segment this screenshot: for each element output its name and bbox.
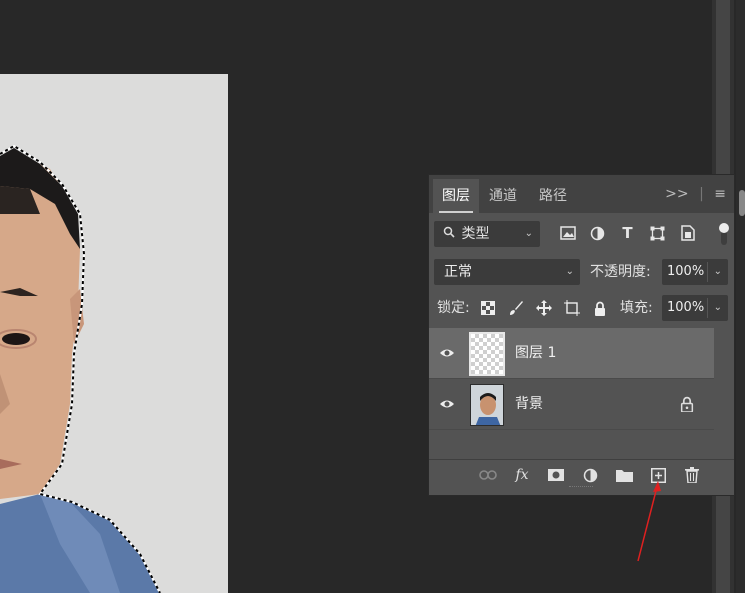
opacity-value: 100% (667, 264, 705, 279)
panel-menu-icon[interactable]: ≡ (714, 186, 726, 202)
chevron-down-icon[interactable]: ⌄ (714, 295, 722, 321)
panel-resize-grip[interactable] (569, 486, 593, 489)
adjustment-layer-icon[interactable] (580, 466, 600, 484)
lock-artboard-icon[interactable] (562, 298, 581, 318)
image-filter-icon[interactable] (558, 223, 577, 243)
photo-subject (0, 74, 228, 593)
add-mask-icon[interactable] (546, 466, 566, 484)
smart-object-filter-icon[interactable] (678, 223, 697, 243)
blend-mode-select[interactable]: 正常 ⌄ (434, 259, 580, 285)
filter-toggle-switch[interactable] (719, 223, 729, 245)
fill-label: 填充: (620, 300, 653, 316)
layer-thumbnail-photo (470, 384, 504, 426)
fx-icon[interactable]: fx (512, 466, 532, 484)
search-icon (443, 222, 457, 246)
chevron-down-icon: ⌄ (565, 266, 574, 277)
side-toolbar-edge (736, 0, 745, 593)
link-layers-icon[interactable] (478, 466, 498, 484)
filter-kind-select[interactable]: 类型 ⌄ (434, 221, 540, 247)
layer-name[interactable]: 图层 1 (515, 328, 556, 379)
tab-paths[interactable]: 路径 (530, 179, 576, 213)
panel-bottom-toolbar: fx (429, 459, 734, 489)
layers-list: 图层 1 背景 (429, 328, 714, 430)
lock-icon[interactable] (680, 396, 694, 412)
layer-row-background[interactable]: 背景 (429, 379, 714, 430)
fill-value: 100% (667, 300, 705, 315)
panel-tab-bar: 图层 通道 路径 >> | ≡ (429, 175, 734, 213)
fill-field[interactable]: 100% ⌄ (662, 295, 728, 321)
tab-channels[interactable]: 通道 (480, 179, 526, 213)
lock-label: 锁定: (437, 300, 470, 316)
eye-icon[interactable] (439, 346, 455, 360)
layers-panel: 图层 通道 路径 >> | ≡ 类型 ⌄ T 正常 ⌄ 不透明度: 100% ⌄… (428, 174, 735, 496)
panel-divider: | (699, 186, 704, 202)
adjustment-filter-icon[interactable] (588, 223, 607, 243)
shape-filter-icon[interactable] (648, 223, 667, 243)
layer-thumbnail-transparent (469, 332, 505, 376)
opacity-label: 不透明度: (590, 264, 651, 280)
side-toolbar-knob[interactable] (739, 190, 745, 216)
filter-kind-label: 类型 (461, 226, 490, 242)
lock-all-icon[interactable] (590, 298, 609, 318)
tab-layers[interactable]: 图层 (433, 179, 479, 213)
canvas-document[interactable] (0, 74, 228, 593)
chevron-down-icon: ⌄ (524, 228, 533, 239)
chevron-down-icon[interactable]: ⌄ (714, 259, 722, 285)
delete-layer-icon[interactable] (682, 466, 702, 484)
type-filter-icon[interactable]: T (618, 223, 637, 243)
layer-name[interactable]: 背景 (515, 379, 543, 430)
lock-position-icon[interactable] (534, 298, 553, 318)
layer-row-layer1[interactable]: 图层 1 (429, 328, 714, 379)
new-layer-icon[interactable] (648, 466, 668, 484)
blend-mode-value: 正常 (444, 264, 472, 280)
opacity-field[interactable]: 100% ⌄ (662, 259, 728, 285)
eye-icon[interactable] (439, 397, 455, 411)
lock-transparent-pixels-icon[interactable] (478, 298, 497, 318)
new-group-icon[interactable] (614, 466, 634, 484)
collapse-panel-icon[interactable]: >> (665, 186, 688, 202)
lock-image-pixels-icon[interactable] (506, 298, 525, 318)
